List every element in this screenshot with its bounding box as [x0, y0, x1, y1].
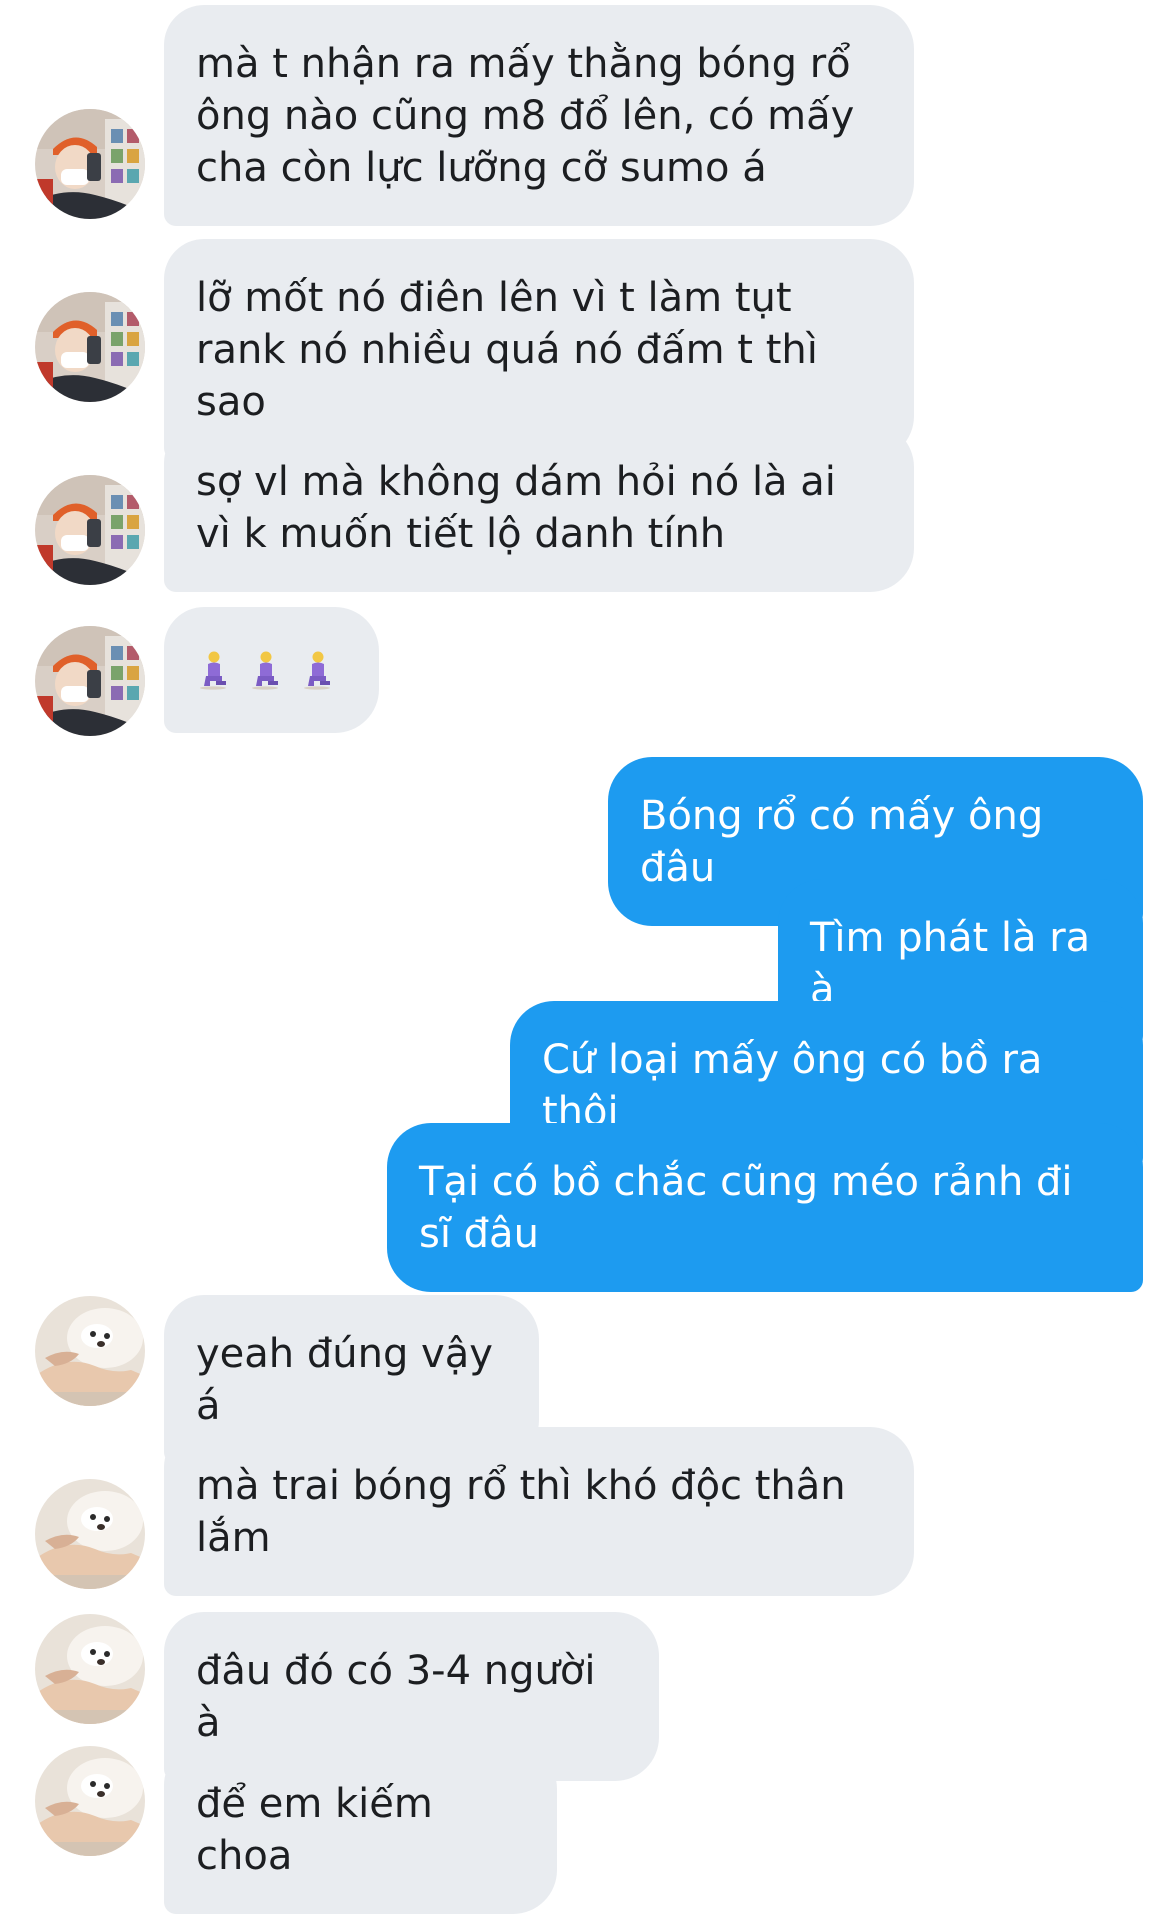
message-text: mà trai bóng rổ thì khó độc thân lắm — [196, 1463, 846, 1561]
avatar-puppy-icon — [35, 1296, 145, 1406]
avatar-person-selfie-icon — [35, 109, 145, 219]
avatar-sender-a[interactable] — [35, 626, 145, 736]
avatar-puppy-icon — [35, 1746, 145, 1856]
avatar-person-selfie-icon — [35, 626, 145, 736]
avatar-sender-b[interactable] — [35, 1296, 145, 1406]
avatar-sender-b[interactable] — [35, 1614, 145, 1724]
message-text: Cứ loại mấy ông có bồ ra thôi — [542, 1037, 1043, 1135]
message-text: lỡ mốt nó điên lên vì t làm tụt rank nó … — [196, 275, 818, 425]
emoji-row — [196, 644, 347, 696]
avatar-sender-b[interactable] — [35, 1746, 145, 1856]
avatar-sender-a[interactable] — [35, 109, 145, 219]
person-kneeling-emoji-icon — [300, 650, 334, 690]
message-text: Tại có bồ chắc cũng méo rảnh đi sĩ đâu — [419, 1159, 1073, 1257]
avatar-sender-a[interactable] — [35, 292, 145, 402]
avatar-puppy-icon — [35, 1614, 145, 1724]
message-bubble-incoming[interactable]: để em kiếm choa — [164, 1745, 557, 1914]
message-text: sợ vl mà không dám hỏi nó là ai vì k muố… — [196, 459, 836, 557]
avatar-sender-a[interactable] — [35, 475, 145, 585]
message-text: đâu đó có 3-4 người à — [196, 1648, 596, 1746]
avatar-person-selfie-icon — [35, 292, 145, 402]
message-text: Tìm phát là ra à — [810, 915, 1091, 1013]
message-text: để em kiếm choa — [196, 1781, 433, 1879]
message-text: yeah đúng vậy á — [196, 1331, 493, 1429]
avatar-person-selfie-icon — [35, 475, 145, 585]
message-bubble-incoming[interactable]: mà t nhận ra mấy thằng bóng rổ ông nào c… — [164, 5, 914, 226]
message-bubble-incoming[interactable]: sợ vl mà không dám hỏi nó là ai vì k muố… — [164, 423, 914, 592]
person-kneeling-emoji-icon — [248, 650, 282, 690]
avatar-sender-b[interactable] — [35, 1479, 145, 1589]
message-bubble-outgoing[interactable]: Tại có bồ chắc cũng méo rảnh đi sĩ đâu — [387, 1123, 1143, 1292]
message-text: mà t nhận ra mấy thằng bóng rổ ông nào c… — [196, 41, 855, 191]
message-bubble-incoming[interactable]: mà trai bóng rổ thì khó độc thân lắm — [164, 1427, 914, 1596]
message-bubble-emoji[interactable] — [164, 607, 379, 733]
avatar-puppy-icon — [35, 1479, 145, 1589]
person-kneeling-emoji-icon — [196, 650, 230, 690]
message-text: Bóng rổ có mấy ông đâu — [640, 793, 1044, 891]
